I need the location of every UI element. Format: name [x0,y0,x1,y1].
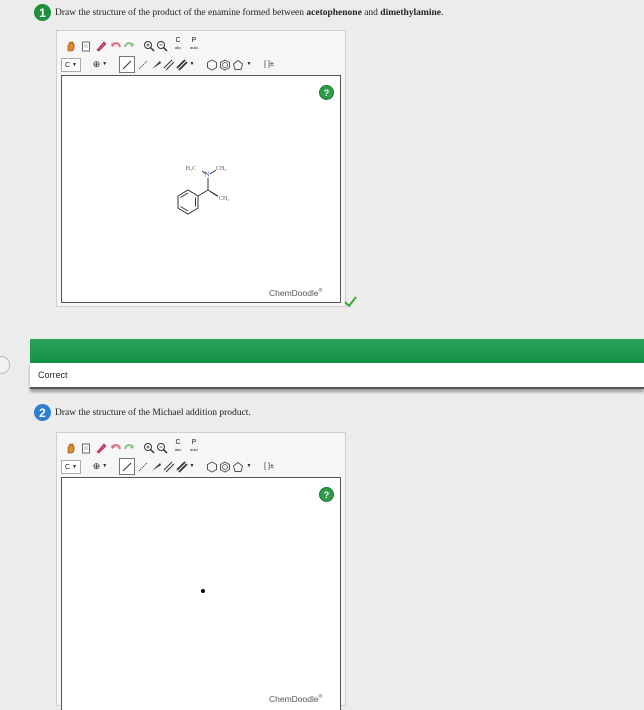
perceive-tool-button[interactable]: P auto [188,36,200,52]
clean-tool-button[interactable]: C abc [172,36,184,52]
question-1-header: 1 Draw the structure of the product of t… [34,4,443,21]
bracket-tool-label: [ ]± [264,60,274,68]
drawing-canvas-2[interactable]: ? ChemDoodle® [61,477,341,710]
ch2-label: CH₂ [219,196,229,202]
triple-bond-icon[interactable] [175,58,188,71]
charge-plus-icon: ⊕ [92,58,101,69]
element-select-value: C [64,61,71,69]
feedback-banner [30,339,644,363]
undo-icon[interactable] [109,39,122,52]
chevron-down-icon[interactable]: ▼ [188,59,196,69]
charge-plus-icon: ⊕ [92,460,101,471]
side-toggle-circle[interactable] [0,356,10,374]
question-1-text-prefix: Draw the structure of the product of the… [55,7,307,18]
question-1-suffix: . [440,7,444,18]
chevron-down-icon: ▼ [72,464,77,470]
clean-tool-sublabel: abc [174,45,182,50]
correct-check-icon [344,294,357,312]
chevron-down-icon: ▼ [102,463,108,469]
wedge-bond-icon[interactable] [149,58,162,71]
bracket-tool[interactable]: [ ]± [260,460,278,472]
charge-select[interactable]: ⊕ ▼ [91,58,109,70]
bracket-tool[interactable]: [ ]± [260,58,278,70]
wedge-bond-icon[interactable] [149,460,162,473]
element-select[interactable]: C ▼ [61,460,81,474]
question-2-header: 2 Draw the structure of the Michael addi… [34,404,251,421]
brand-reg: ® [318,288,323,295]
cyclohexane-icon[interactable] [205,58,218,71]
double-bond-icon[interactable] [162,58,175,71]
cyclopentane-icon[interactable] [231,460,244,473]
question-1-text: Draw the structure of the product of the… [55,8,443,18]
element-select[interactable]: C ▼ [61,58,81,72]
help-label: ? [323,87,330,98]
single-bond-tool[interactable] [119,56,135,73]
chevron-down-icon[interactable]: ▼ [245,59,253,69]
clear-icon[interactable] [79,441,92,454]
chemdoodle-brand: ChemDoodle® [269,288,322,298]
question-2-number: 2 [34,404,51,421]
zoom-in-icon[interactable] [142,441,155,454]
h3c-label: H₃C [186,166,196,172]
zoom-in-icon[interactable] [142,39,155,52]
perceive-tool-label: P [191,439,197,446]
canvas-cursor-dot [201,589,205,593]
editor-1-toolbar: C abc P auto C ▼ ⊕ ▼ ▼ ▼ []± [57,31,345,75]
benzene-ring-icon[interactable] [218,460,231,473]
redo-icon[interactable] [122,39,135,52]
zoom-out-icon[interactable] [155,441,168,454]
hand-icon[interactable] [64,39,77,52]
feedback-panel: Correct [30,363,644,389]
triple-bond-icon[interactable] [175,460,188,473]
double-bond-icon[interactable] [162,460,175,473]
eraser-icon[interactable] [94,39,107,52]
cyclohexane-icon[interactable] [205,460,218,473]
chevron-down-icon[interactable]: ▼ [245,461,253,471]
perceive-tool-sublabel: auto [190,447,198,452]
perceive-tool-label: P [191,37,197,44]
question-2-text: Draw the structure of the Michael additi… [55,407,251,418]
single-bond-tool[interactable] [119,458,135,475]
clean-tool-label: C [175,439,181,446]
clean-tool-sublabel: abc [174,447,182,452]
undo-icon[interactable] [109,441,122,454]
help-icon[interactable]: ? [319,85,334,100]
help-icon[interactable]: ? [319,487,334,502]
feedback-status: Correct [38,370,68,380]
nitrogen-label: N [204,171,209,179]
question-1-reagent-2: dimethylamine [380,7,441,18]
benzene-ring-icon[interactable] [218,58,231,71]
question-1-number: 1 [34,4,51,21]
clear-icon[interactable] [79,39,92,52]
cyclopentane-icon[interactable] [231,58,244,71]
drawing-canvas-1[interactable]: ? N H₃C CH₃ CH₂ ChemDoodle® [61,75,341,303]
chevron-down-icon: ▼ [102,61,108,67]
question-1-connector: and [361,7,381,18]
hand-icon[interactable] [64,441,77,454]
chevron-down-icon: ▼ [72,62,77,68]
chemdoodle-editor-1: C abc P auto C ▼ ⊕ ▼ ▼ ▼ []± ? N H₃C CH… [56,30,346,307]
hashed-bond-icon[interactable] [136,58,149,71]
charge-select[interactable]: ⊕ ▼ [91,460,109,472]
eraser-icon[interactable] [94,441,107,454]
bracket-tool-label: [ ]± [264,462,274,470]
brand-name: ChemDoodle [269,288,319,298]
redo-icon[interactable] [122,441,135,454]
perceive-tool-button[interactable]: P auto [188,438,200,454]
clean-tool-button[interactable]: C abc [172,438,184,454]
brand-reg: ® [318,694,323,701]
chemdoodle-editor-2: C abc P auto C ▼ ⊕ ▼ ▼ ▼ []± ? ChemDood… [56,432,346,710]
ch3-label: CH₃ [216,166,226,172]
question-1-reagent-1: acetophenone [306,7,362,18]
editor-2-toolbar: C abc P auto C ▼ ⊕ ▼ ▼ ▼ []± [57,433,345,477]
perceive-tool-sublabel: auto [190,45,198,50]
hashed-bond-icon[interactable] [136,460,149,473]
clean-tool-label: C [175,37,181,44]
element-select-value: C [64,463,71,471]
zoom-out-icon[interactable] [155,39,168,52]
chevron-down-icon[interactable]: ▼ [188,461,196,471]
help-label: ? [323,489,330,500]
enamine-structure: N H₃C CH₃ CH₂ [177,166,229,215]
